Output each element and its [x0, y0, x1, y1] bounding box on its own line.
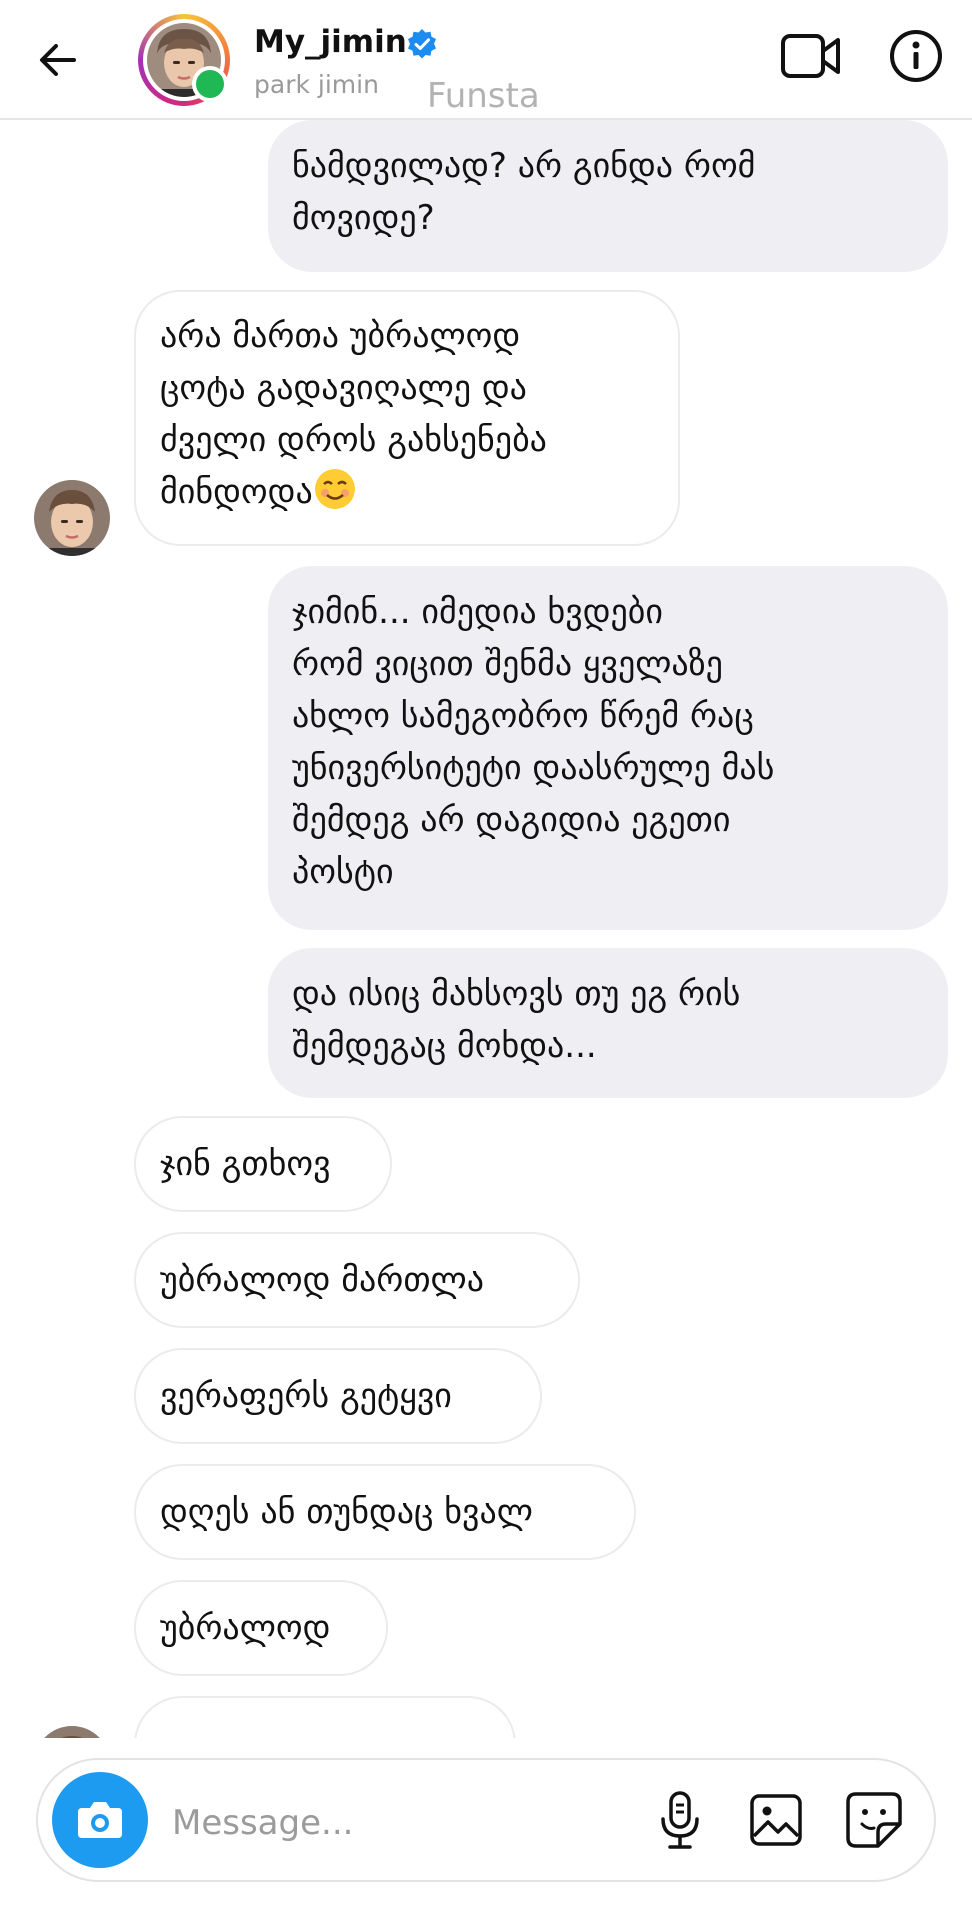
- received-message[interactable]: უბრალოდ: [134, 1580, 388, 1676]
- received-message[interactable]: დღეს ან თუნდაც ხვალ: [134, 1464, 636, 1560]
- verified-badge-icon: [406, 28, 438, 60]
- microphone-icon[interactable]: [654, 1790, 706, 1852]
- received-message[interactable]: არა მართა უბრალოდ ცოტა გადავიღალე და ძვე…: [134, 290, 680, 546]
- funsta-watermark: Funsta: [427, 76, 540, 116]
- info-icon[interactable]: [888, 28, 944, 84]
- sticker-icon[interactable]: [844, 1790, 904, 1850]
- sent-message[interactable]: და ისიც მახსოვს თუ ეგ რის შემდეგაც მოხდა…: [268, 948, 948, 1098]
- chat-display-name: park jimin: [254, 70, 379, 99]
- received-message-partial[interactable]: [134, 1696, 516, 1738]
- received-message[interactable]: ვერაფერს გეტყვი: [134, 1348, 542, 1444]
- chat-username[interactable]: My_jimin: [254, 22, 407, 62]
- sender-avatar[interactable]: [34, 480, 110, 556]
- message-thread[interactable]: ნამდვილად? არ გინდა რომ მოვიდე? არა მართ…: [0, 118, 972, 1738]
- online-status-dot: [192, 66, 228, 102]
- message-composer: [36, 1758, 936, 1882]
- smiling-face-emoji: [313, 467, 357, 511]
- camera-icon[interactable]: [52, 1772, 148, 1868]
- gallery-icon[interactable]: [748, 1792, 804, 1848]
- received-message[interactable]: უბრალოდ მართლა: [134, 1232, 580, 1328]
- sender-avatar[interactable]: [34, 1726, 110, 1738]
- sent-message[interactable]: ჯიმინ... იმედია ხვდები რომ ვიცით შენმა ყ…: [268, 566, 948, 930]
- video-call-icon[interactable]: [780, 28, 842, 84]
- sent-message[interactable]: ნამდვილად? არ გინდა რომ მოვიდე?: [268, 120, 948, 272]
- back-arrow-icon[interactable]: [34, 36, 82, 84]
- message-input[interactable]: [170, 1792, 534, 1854]
- received-message[interactable]: ჯინ გთხოვ: [134, 1116, 392, 1212]
